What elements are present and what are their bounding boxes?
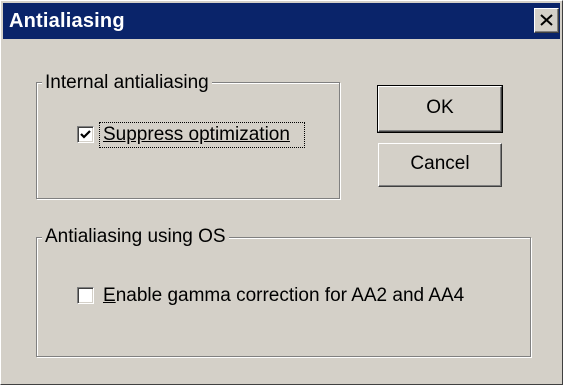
close-icon xyxy=(540,14,553,26)
cancel-button-label: Cancel xyxy=(410,153,470,174)
title-bar[interactable]: Antialiasing xyxy=(3,3,560,39)
gamma-correction-checkbox[interactable]: Enable gamma correction for AA2 and AA4 xyxy=(77,284,517,310)
suppress-optimization-label: Suppress optimization xyxy=(103,123,290,147)
internal-antialiasing-group-label: Internal antialiasing xyxy=(42,72,212,94)
gamma-correction-text: nable gamma correction for AA2 and AA4 xyxy=(115,285,465,306)
checkmark-icon xyxy=(80,130,91,139)
ok-button[interactable]: OK xyxy=(377,85,503,133)
antialiasing-dialog: Antialiasing Internal antialiasing Suppr… xyxy=(0,0,563,385)
close-button[interactable] xyxy=(534,8,559,33)
cancel-button[interactable]: Cancel xyxy=(378,143,502,187)
gamma-correction-label: Enable gamma correction for AA2 and AA4 xyxy=(103,284,464,308)
gamma-correction-checkbox-box[interactable] xyxy=(77,287,94,304)
suppress-optimization-checkbox[interactable]: Suppress optimization xyxy=(77,122,317,149)
ok-button-label: OK xyxy=(426,97,454,118)
gamma-correction-accelerator: E xyxy=(103,285,116,306)
suppress-optimization-checkbox-box[interactable] xyxy=(77,126,94,143)
os-antialiasing-group-label: Antialiasing using OS xyxy=(42,226,229,248)
dialog-title: Antialiasing xyxy=(9,10,125,32)
suppress-optimization-text: Suppress optimization xyxy=(103,124,290,145)
